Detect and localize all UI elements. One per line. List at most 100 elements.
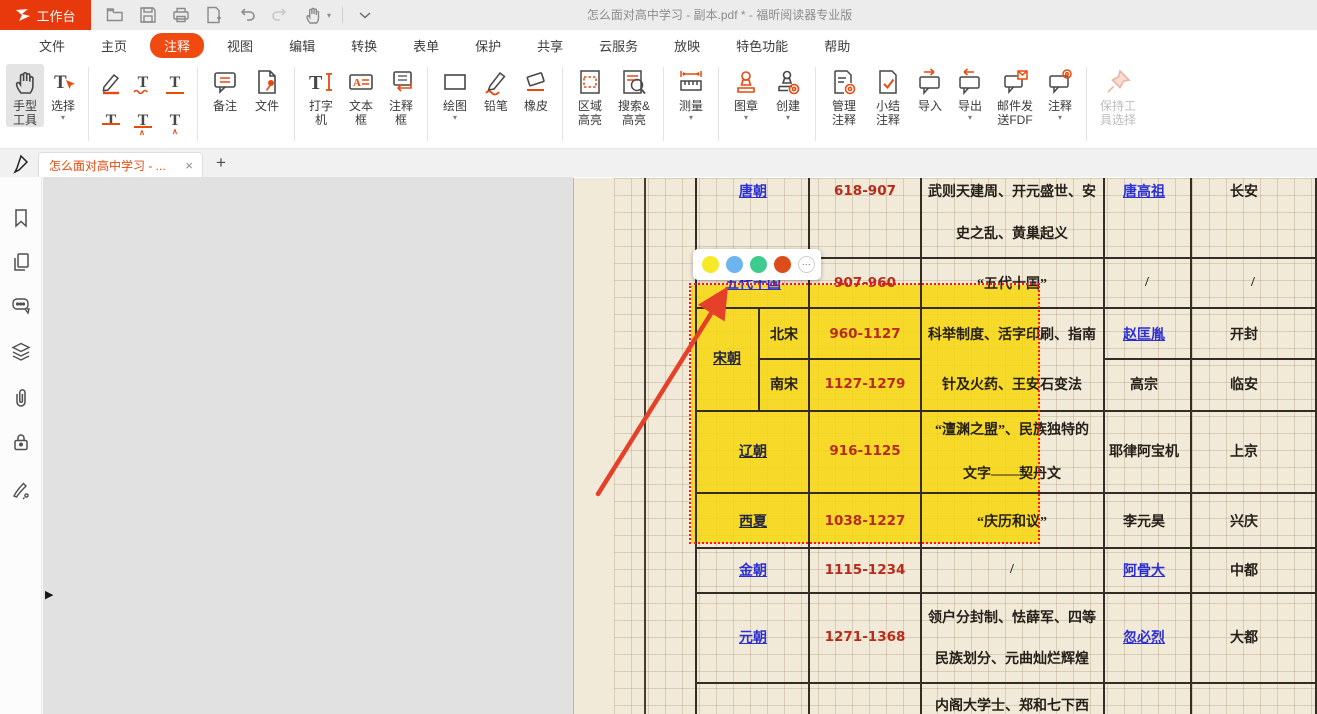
save-icon[interactable] [137, 4, 159, 26]
security-panel-icon[interactable] [9, 430, 33, 454]
tab-close-icon[interactable]: × [182, 158, 196, 173]
collapse-ribbon-icon[interactable] [354, 4, 376, 26]
menu-comment[interactable]: 注释 [150, 33, 204, 58]
note-button[interactable]: 备注 [204, 64, 246, 113]
stamp-icon [732, 66, 760, 98]
menu-help[interactable]: 帮助 [811, 33, 863, 58]
export-comments-button[interactable]: 导出 ▾ [950, 64, 990, 122]
measure-button[interactable]: 测量 ▾ [670, 64, 712, 122]
ribbon-divider [1086, 67, 1087, 141]
search-highlight-button[interactable]: 搜索&高亮 [611, 64, 657, 127]
export-dropdown[interactable]: ▾ [968, 114, 972, 122]
more-colors-button[interactable]: ⋯ [798, 256, 815, 273]
select-dropdown[interactable]: ▾ [61, 114, 65, 122]
annotation-tool-icon[interactable] [10, 153, 32, 175]
email-fdf-button[interactable]: 邮件发送FDF [990, 64, 1040, 127]
callout-button[interactable]: 注释框 [381, 64, 421, 127]
measure-dropdown[interactable]: ▾ [689, 114, 693, 122]
signature-panel-icon[interactable] [9, 477, 33, 501]
import-comments-icon [916, 66, 944, 98]
color-swatch-blue[interactable] [726, 256, 743, 273]
area-highlight-icon [576, 66, 604, 98]
search-highlight-label: 搜索&高亮 [615, 99, 653, 127]
hand-tool-button[interactable]: 手型工具 [6, 64, 44, 127]
document-tab[interactable]: 怎么面对高中学习 - ... × [38, 152, 203, 177]
ribbon-divider [294, 67, 295, 141]
panel-expand-handle[interactable]: ▶ [45, 588, 53, 601]
menu-share[interactable]: 共享 [524, 33, 576, 58]
area-highlight-button[interactable]: 区域高亮 [569, 64, 611, 127]
undo-icon[interactable] [236, 4, 258, 26]
menu-convert[interactable]: 转换 [338, 33, 390, 58]
highlight-text-icon[interactable] [98, 70, 124, 96]
new-document-icon[interactable] [203, 4, 225, 26]
layers-panel-icon[interactable] [9, 340, 33, 364]
menu-features[interactable]: 特色功能 [723, 33, 801, 58]
pencil-icon [482, 66, 510, 98]
comments-panel-icon[interactable] [9, 294, 33, 318]
create-stamp-button[interactable]: 创建 ▾ [767, 64, 809, 122]
hand-pointer-icon[interactable] [302, 4, 324, 26]
hand-pointer-dropdown[interactable]: ▾ [327, 11, 331, 20]
strikeout-text-icon[interactable]: T [98, 108, 124, 134]
stamp-dropdown[interactable]: ▾ [744, 114, 748, 122]
workspace-button[interactable]: 工作台 [0, 0, 91, 30]
tab-bar: 怎么面对高中学习 - ... × + [0, 149, 1317, 177]
comments-button[interactable]: 注释 ▾ [1040, 64, 1080, 122]
menu-edit[interactable]: 编辑 [276, 33, 328, 58]
replace-text-icon[interactable]: T ∧ [130, 108, 156, 134]
color-swatch-yellow[interactable] [702, 256, 719, 273]
print-icon[interactable] [170, 4, 192, 26]
ribbon-divider [718, 67, 719, 141]
menu-cloud[interactable]: 云服务 [586, 33, 651, 58]
new-tab-button[interactable]: + [210, 152, 232, 174]
create-stamp-icon [774, 66, 802, 98]
redo-icon[interactable] [269, 4, 291, 26]
drawing-dropdown[interactable]: ▾ [453, 114, 457, 122]
summarize-comments-icon [874, 66, 902, 98]
eraser-button[interactable]: 橡皮 [516, 64, 556, 113]
create-dropdown[interactable]: ▾ [786, 114, 790, 122]
select-tool-button[interactable]: T 选择 ▾ [44, 64, 82, 122]
bookmarks-panel-icon[interactable] [9, 206, 33, 230]
typewriter-icon: T [307, 66, 335, 98]
pages-panel-icon[interactable] [9, 250, 33, 274]
menu-present[interactable]: 放映 [661, 33, 713, 58]
pencil-button[interactable]: 铅笔 [476, 64, 516, 113]
underline-text-icon[interactable]: T [162, 70, 188, 96]
open-file-icon[interactable] [104, 4, 126, 26]
export-comments-icon [956, 66, 984, 98]
color-swatch-red[interactable] [774, 256, 791, 273]
stamp-label: 图章 [734, 99, 758, 113]
note-bubble-icon [211, 66, 239, 98]
svg-text:T: T [54, 72, 67, 93]
import-comments-button[interactable]: 导入 [910, 64, 950, 113]
select-text-icon: T [49, 66, 77, 98]
comments-dropdown[interactable]: ▾ [1058, 114, 1062, 122]
summarize-comments-button[interactable]: 小结注释 [866, 64, 910, 127]
menu-form[interactable]: 表单 [400, 33, 452, 58]
arrow-annotation[interactable] [574, 178, 1317, 714]
menu-home[interactable]: 主页 [88, 33, 140, 58]
menu-file[interactable]: 文件 [26, 33, 78, 58]
comments-label: 注释 [1048, 99, 1072, 113]
stamp-button[interactable]: 图章 ▾ [725, 64, 767, 122]
summarize-comments-label: 小结注释 [871, 99, 905, 127]
text-markup-group: T T T T ∧ T ∧ [95, 64, 191, 140]
squiggly-underline-icon[interactable]: T [130, 70, 156, 96]
rectangle-shape-icon [441, 66, 469, 98]
menu-view[interactable]: 视图 [214, 33, 266, 58]
file-attachment-button[interactable]: 文件 [246, 64, 288, 113]
color-swatch-green[interactable] [750, 256, 767, 273]
menu-protect[interactable]: 保护 [462, 33, 514, 58]
ribbon-divider [197, 67, 198, 141]
file-attachment-label: 文件 [255, 99, 279, 113]
attachments-panel-icon[interactable] [9, 386, 33, 410]
drawing-button[interactable]: 绘图 ▾ [434, 64, 476, 122]
typewriter-button[interactable]: T 打字机 [301, 64, 341, 127]
manage-comments-button[interactable]: 管理注释 [822, 64, 866, 127]
hand-tool-label: 手型工具 [10, 99, 40, 127]
insert-text-icon[interactable]: T ∧ [162, 108, 188, 134]
keep-tool-button[interactable]: 保持工具选择 [1093, 64, 1143, 127]
textbox-button[interactable]: A 文本框 [341, 64, 381, 127]
